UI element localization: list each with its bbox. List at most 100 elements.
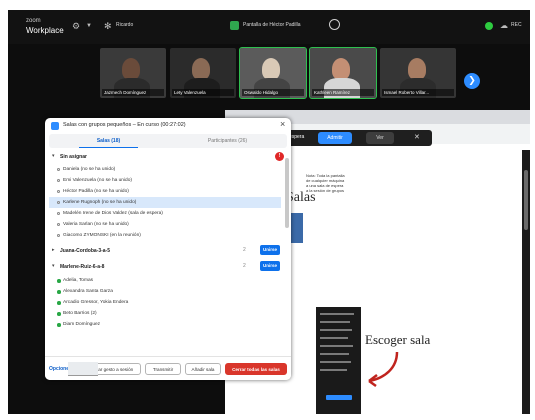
scroll-thumb <box>524 170 528 230</box>
phone-screenshot <box>316 307 361 414</box>
participant-label: Daniela (no se ha unido) <box>63 167 116 172</box>
panel-tabs: Salas (18) Participantes (26) <box>49 134 287 148</box>
security-icon[interactable]: ✻ <box>104 21 112 32</box>
participant-name: Lety Valenzuela <box>172 89 234 96</box>
phone-button <box>326 395 352 400</box>
close-icon[interactable]: ✕ <box>414 133 420 141</box>
phone-line <box>320 361 351 363</box>
radio-icon <box>57 201 60 204</box>
radio-icon <box>57 212 60 215</box>
participant-name: Ismael Roberto Villar... <box>382 89 454 96</box>
video-tile[interactable]: Lety Valenzuela <box>170 48 236 98</box>
list-item[interactable]: Diam Domínguez <box>49 319 281 330</box>
zoom-window: zoom Workplace ⚙ ▼ ✻ Ricardo Pantalla de… <box>8 10 530 414</box>
view-button[interactable]: Ver <box>366 132 394 144</box>
broadcast-button[interactable]: Transmitir <box>145 363 181 375</box>
participant-label: Arcadio Gressor, Yokia Endera <box>63 300 129 305</box>
list-item[interactable]: Alexandra Santa Garza <box>49 286 281 297</box>
online-dot-icon <box>57 301 61 305</box>
tab-participants[interactable]: Participantes (26) <box>168 134 287 148</box>
participant-label: Giacomo ZYMONSKI (en la reunión) <box>63 233 141 238</box>
chevron-right-icon: ▸ <box>52 247 55 253</box>
phone-line <box>320 353 349 355</box>
admit-button[interactable]: Admitir <box>318 132 352 144</box>
red-arrow-icon <box>368 351 399 388</box>
shared-scrollbar <box>522 150 530 414</box>
room-name: Sin asignar <box>60 153 87 160</box>
video-tile[interactable]: Oswaldo Hidalgo <box>239 47 307 99</box>
list-item[interactable]: Arcadio Gressor, Yokia Endera <box>49 297 281 308</box>
participant-label: Karlene Rugnoph (no se ha unido) <box>63 200 137 205</box>
participant-label: Madelén Irene de Dios Valdez (sala de es… <box>63 211 163 216</box>
status-dot-icon <box>485 22 493 30</box>
participant-label: Valeria Sarlan (no se ha unido) <box>63 222 129 227</box>
list-item[interactable]: Adelia, Tomas <box>49 275 281 286</box>
logo-line1: zoom <box>26 18 41 24</box>
list-item-selected[interactable]: Karlene Rugnoph (no se ha unido) <box>49 197 281 208</box>
join-room-button[interactable]: Unirse <box>260 261 280 271</box>
participant-video-strip: Jazmech Domínguez Lety Valenzuela Oswald… <box>100 47 460 99</box>
radio-icon <box>57 223 60 226</box>
slide-image <box>289 213 303 243</box>
phone-line <box>320 329 352 331</box>
room-count: 2 <box>243 263 246 269</box>
share-screen-icon <box>230 21 239 30</box>
radio-icon <box>57 179 60 182</box>
room-count: 2 <box>243 247 246 253</box>
list-item[interactable]: Emi Valenzuela (no se ha unido) <box>49 175 281 186</box>
slide-text: Nota: Toda la pantalla de cualquier máqu… <box>306 173 345 193</box>
meeting-top-bar: zoom Workplace ⚙ ▼ ✻ Ricardo Pantalla de… <box>8 10 530 44</box>
phone-line <box>320 369 347 371</box>
radio-icon <box>57 190 60 193</box>
next-page-button[interactable]: ❯ <box>464 73 480 89</box>
list-item[interactable]: Héctor Padilla (no se ha unido) <box>49 186 281 197</box>
breakout-rooms-panel: Salas con grupos pequeños – En curso (00… <box>45 118 291 380</box>
video-tile[interactable]: Kathleen Ramírez <box>309 47 377 99</box>
participant-label: Diam Domínguez <box>63 322 101 327</box>
phone-line <box>320 313 354 315</box>
room-header[interactable]: ▸ Juana-Cordoba-3-a-5 2 Unirse <box>49 244 281 257</box>
radio-icon <box>57 168 60 171</box>
annotation-text: Escoger sala <box>365 332 431 347</box>
online-dot-icon <box>57 290 61 294</box>
self-view-thumbnail[interactable] <box>68 362 98 376</box>
join-room-button[interactable]: Unirse <box>260 245 280 255</box>
room-header[interactable]: ▾ Marlene-Ruiz-6-a-8 2 Unirse <box>49 260 281 273</box>
video-tile[interactable]: Ismael Roberto Villar... <box>380 48 456 98</box>
settings-icon[interactable]: ⚙ <box>72 21 80 32</box>
panel-scrollbar[interactable] <box>285 158 289 228</box>
online-dot-icon <box>57 312 61 316</box>
recording-label: REC <box>511 22 522 28</box>
room-name: Marlene-Ruiz-6-a-8 <box>60 263 105 270</box>
share-title: Pantalla de Héctor Padilla <box>243 22 301 28</box>
participant-label: Héctor Padilla (no se ha unido) <box>63 189 129 194</box>
list-item[interactable]: Valeria Sarlan (no se ha unido) <box>49 219 281 230</box>
list-item[interactable]: Daniela (no se ha unido) <box>49 164 281 175</box>
room-header-unassigned[interactable]: ▾ Sin asignar ! <box>49 150 284 163</box>
list-item[interactable]: Giacomo ZYMONSKI (en la reunión) <box>49 230 281 241</box>
video-tile[interactable]: Jazmech Domínguez <box>100 48 166 98</box>
online-dot-icon <box>57 279 61 283</box>
view-options-icon[interactable] <box>329 19 340 30</box>
close-all-rooms-button[interactable]: Cerrar todas las salas <box>225 363 287 375</box>
participant-label: Beto Barrios (2) <box>63 311 97 316</box>
chevron-down-icon: ▾ <box>52 153 55 159</box>
list-item[interactable]: Madelén Irene de Dios Valdez (sala de es… <box>49 208 281 219</box>
participant-name: Oswaldo Hidalgo <box>242 89 304 96</box>
zoom-icon <box>51 122 59 130</box>
phone-line <box>320 337 348 339</box>
participant-name: Jazmech Domínguez <box>102 89 164 96</box>
list-item[interactable]: Beto Barrios (2) <box>49 308 281 319</box>
participant-name: Kathleen Ramírez <box>312 89 374 96</box>
tab-rooms[interactable]: Salas (18) <box>49 134 168 148</box>
chevron-down-icon[interactable]: ▼ <box>86 23 92 29</box>
participant-face <box>332 58 350 80</box>
participant-label: Adelia, Tomas <box>63 278 94 283</box>
participant-face <box>122 58 140 80</box>
add-room-button[interactable]: Añadir sala <box>185 363 221 375</box>
participant-face <box>192 58 210 80</box>
close-icon[interactable]: × <box>280 119 285 129</box>
topbar-label: Ricardo <box>116 22 134 28</box>
phone-line <box>320 321 350 323</box>
zoom-logo: zoom Workplace <box>26 17 64 35</box>
